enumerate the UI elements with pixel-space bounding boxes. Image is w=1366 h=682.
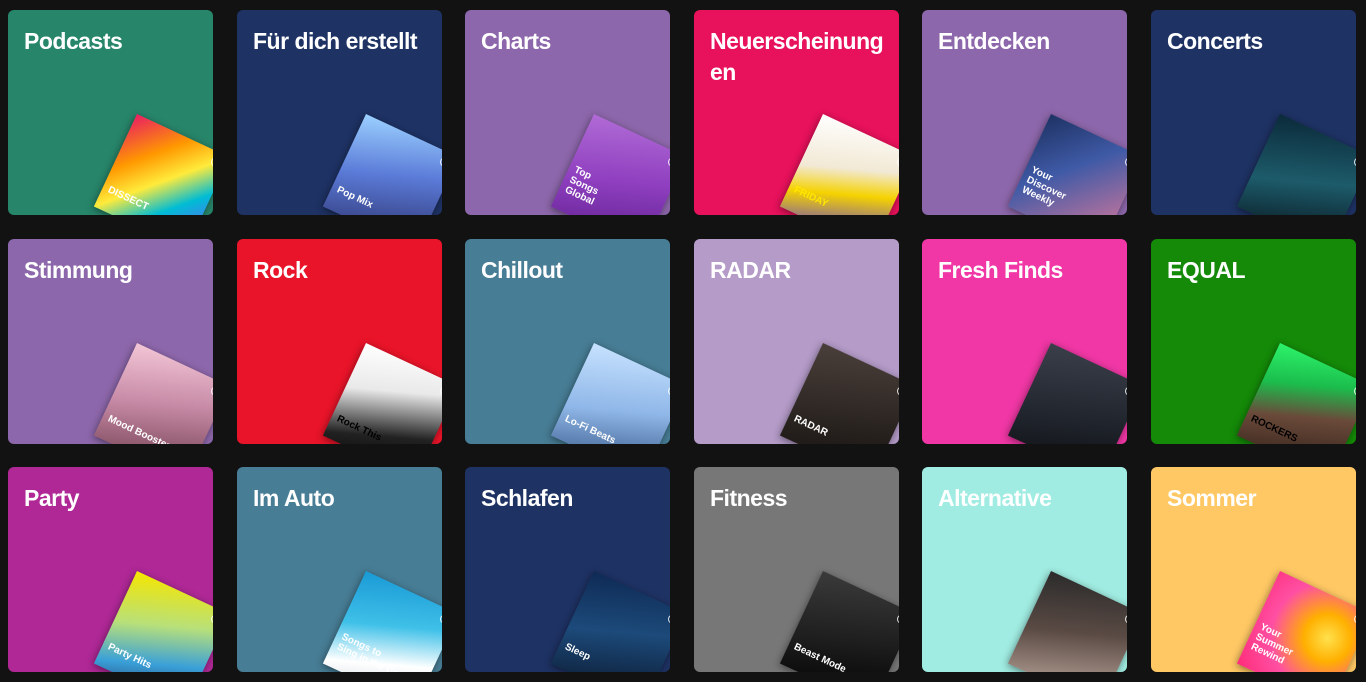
equal-rockers-cover-icon: ROCKERS [1236,343,1356,444]
cover-label: Mood Booster [106,413,172,444]
category-card-charts[interactable]: Charts Top Songs Global [465,10,670,215]
spotify-logo-icon [1352,156,1356,169]
category-title: Für dich erstellt [253,28,418,54]
category-title: Entdecken [938,28,1050,54]
cover-label: Rock This [335,413,384,444]
category-title: Charts [481,28,551,54]
cover-label: DISSECT [106,184,151,213]
browse-genres-grid: Podcasts DISSECT Für dich erstellt Pop Mix C… [8,10,1366,682]
category-title: Fresh Finds [938,257,1063,283]
cover-label: Beast Mode [792,641,848,672]
spotify-logo-icon [209,385,213,398]
category-card-podcasts[interactable]: Podcasts DISSECT [8,10,213,215]
spotify-logo-icon [895,156,899,169]
top-songs-global-cover-icon: Top Songs Global [550,114,670,215]
dissect-podcast-cover-icon: DISSECT [93,114,213,215]
songs-to-sing-cover-icon: Songs to Sing in the Car [322,571,442,672]
spotify-logo-icon [209,156,213,169]
cover-label: Your Discover Weekly [1020,164,1068,209]
category-title: Schlafen [481,485,573,511]
category-card-party[interactable]: Party Party Hits [8,467,213,672]
category-title: Concerts [1167,28,1263,54]
spotify-logo-icon [1352,385,1356,398]
spotify-logo-icon [1123,613,1127,626]
category-title: EQUAL [1167,257,1246,283]
fresh-finds-cover-icon [1007,343,1127,444]
rock-this-cover-icon: Rock This [322,343,442,444]
category-title: Chillout [481,257,563,283]
category-card-radar[interactable]: RADAR RADAR [694,239,899,444]
category-card-für-dich-erstellt[interactable]: Für dich erstellt Pop Mix [237,10,442,215]
spotify-logo-icon [666,613,670,626]
cover-label: Your Summer Rewind [1249,621,1295,667]
category-title: Neuerscheinungen [710,28,884,85]
radar-cover-icon: RADAR [779,343,899,444]
party-hits-cover-icon: Party Hits [93,571,213,672]
lofi-beats-cover-icon: Lo-Fi Beats [550,343,670,444]
category-card-concerts[interactable]: Concerts [1151,10,1356,215]
cover-label: ROCKERS [1249,413,1300,444]
category-card-fitness[interactable]: Fitness Beast Mode [694,467,899,672]
cover-label: RADAR [792,413,830,439]
category-title: Sommer [1167,485,1257,511]
cover-label: Top Songs Global [563,164,601,208]
spotify-logo-icon [438,613,442,626]
spotify-logo-icon [1123,385,1127,398]
category-card-fresh-finds[interactable]: Fresh Finds [922,239,1127,444]
summer-rewind-cover-icon: Your Summer Rewind [1236,571,1356,672]
spotify-logo-icon [895,385,899,398]
category-card-entdecken[interactable]: Entdecken Your Discover Weekly [922,10,1127,215]
category-title: Stimmung [24,257,133,283]
category-card-sommer[interactable]: Sommer Your Summer Rewind [1151,467,1356,672]
spotify-logo-icon [666,156,670,169]
sleep-cover-icon: Sleep [550,571,670,672]
beast-mode-cover-icon: Beast Mode [779,571,899,672]
category-title: Rock [253,257,308,283]
category-title: Party [24,485,80,511]
cover-label: Songs to Sing in the Car [335,631,404,672]
category-card-rock[interactable]: Rock Rock This [237,239,442,444]
cover-label: Lo-Fi Beats [563,413,618,444]
alternative-bolt-cover-icon [1007,571,1127,672]
spotify-logo-icon [438,385,442,398]
category-card-alternative[interactable]: Alternative [922,467,1127,672]
spotify-logo-icon [666,385,670,398]
cover-label: Sleep [563,641,592,663]
new-music-friday-cover-icon: FRIDAY [779,114,899,215]
category-title: RADAR [710,257,791,283]
category-card-neuerscheinungen[interactable]: Neuerscheinungen FRIDAY [694,10,899,215]
cover-label: Party Hits [106,641,154,672]
category-card-equal[interactable]: EQUAL ROCKERS [1151,239,1356,444]
pop-mix-cover-icon: Pop Mix [322,114,442,215]
cover-label: Pop Mix [335,184,375,211]
microphone-cover-icon [1236,114,1356,215]
discover-weekly-cover-icon: Your Discover Weekly [1007,114,1127,215]
mood-booster-cover-icon: Mood Booster [93,343,213,444]
spotify-logo-icon [1123,156,1127,169]
category-title: Im Auto [253,485,335,511]
spotify-logo-icon [438,156,442,169]
spotify-logo-icon [1352,613,1356,626]
category-title: Alternative [938,485,1052,511]
category-card-im-auto[interactable]: Im Auto Songs to Sing in the Car [237,467,442,672]
spotify-logo-icon [895,613,899,626]
cover-label: FRIDAY [792,184,830,210]
category-title: Podcasts [24,28,123,54]
category-card-stimmung[interactable]: Stimmung Mood Booster [8,239,213,444]
category-card-schlafen[interactable]: Schlafen Sleep [465,467,670,672]
spotify-logo-icon [209,613,213,626]
category-card-chillout[interactable]: Chillout Lo-Fi Beats [465,239,670,444]
category-title: Fitness [710,485,788,511]
